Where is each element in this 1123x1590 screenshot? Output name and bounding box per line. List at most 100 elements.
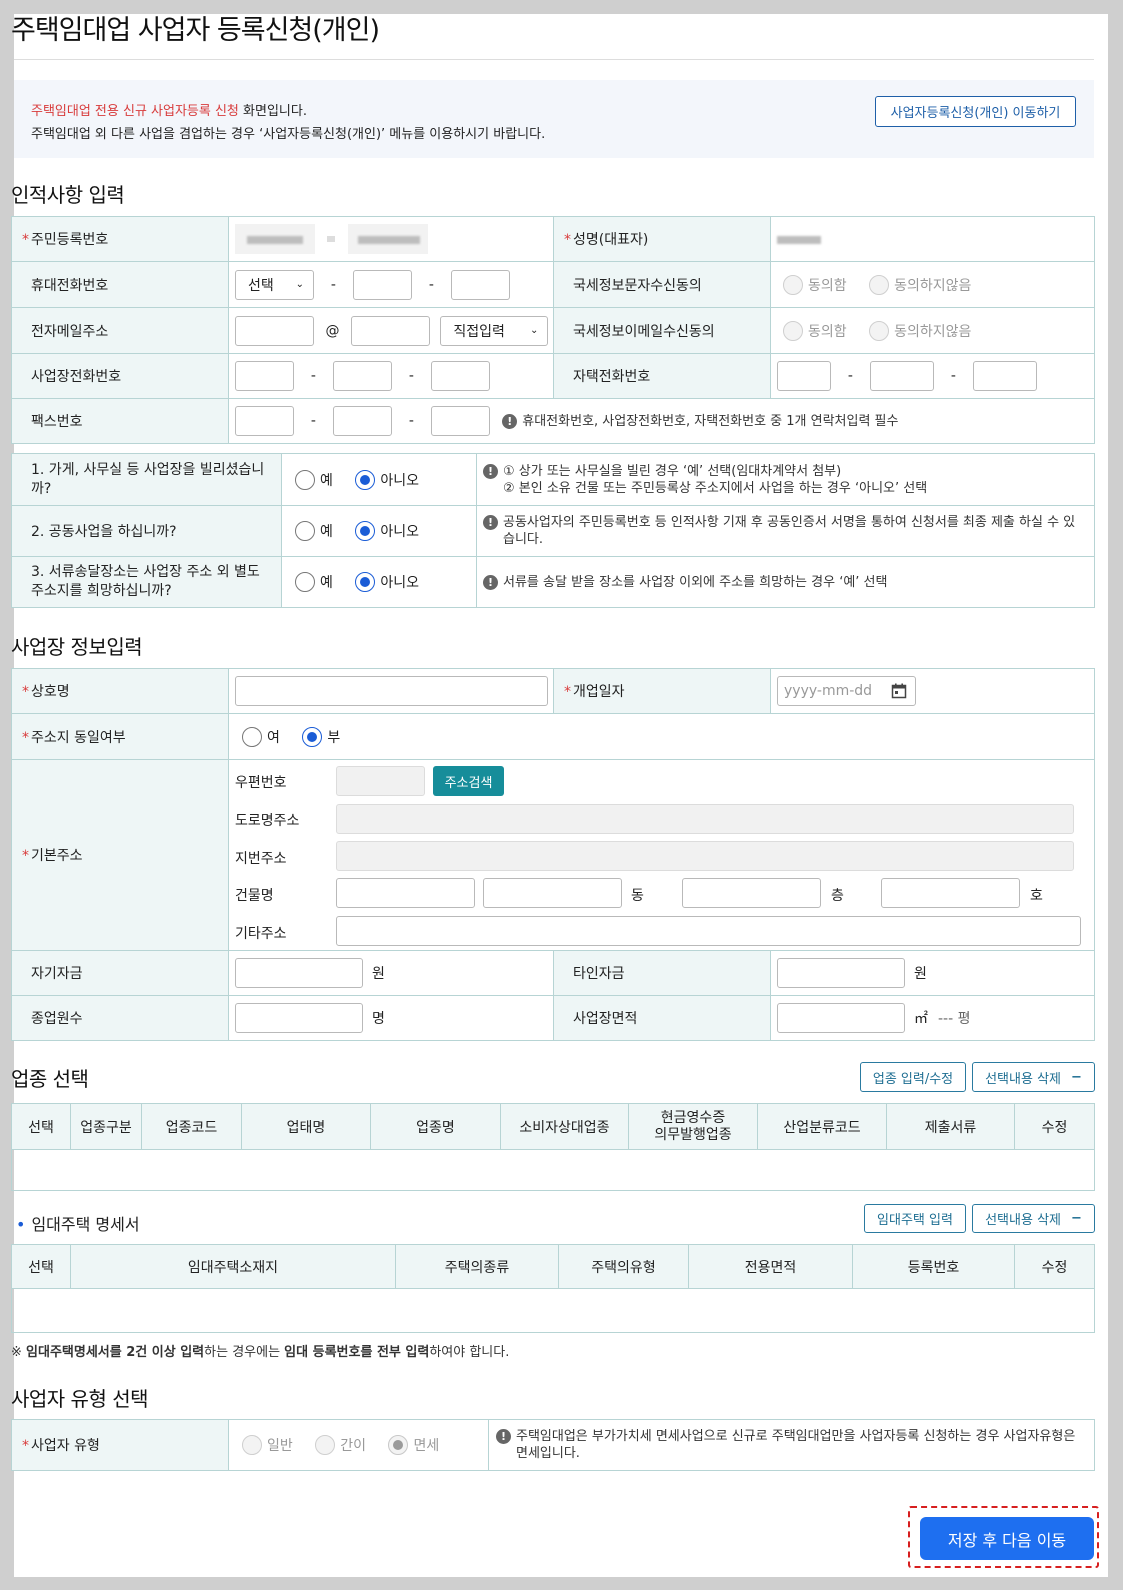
industry-col-code: 업종코드 xyxy=(141,1103,242,1150)
q1-no-radio[interactable] xyxy=(355,469,376,490)
business-table: 상호명 개업일자 yyyy-mm-dd 주소지 동일여부 여 부 기본주소 우편… xyxy=(11,668,1095,1041)
footnote-mark: ※ xyxy=(11,1345,27,1360)
biztype-general-radio[interactable] xyxy=(242,1435,262,1455)
rental-input-button[interactable]: 임대주택 입력 xyxy=(864,1204,966,1233)
dash: - xyxy=(310,368,316,384)
own-funds-input[interactable] xyxy=(235,958,363,988)
home-phone-last-input[interactable] xyxy=(972,361,1037,391)
exclamation-icon: ! xyxy=(496,1429,511,1444)
biz-phone-middle-input[interactable] xyxy=(332,361,392,391)
rental-heading-text: 임대주택 명세서 xyxy=(31,1215,140,1234)
postcode-input[interactable] xyxy=(336,766,425,796)
q2-no-radio[interactable] xyxy=(355,521,376,541)
rental-col-house-kind: 주택의종류 xyxy=(395,1244,559,1289)
address-block: 우편번호 주소검색 도로명주소 지번주소 건물명 동 층 호 기타주소 xyxy=(228,759,1095,951)
q3-no-label: 아니오 xyxy=(380,575,419,591)
home-phone-area-input[interactable] xyxy=(777,361,831,391)
mobile-last-input[interactable] xyxy=(450,269,510,300)
rental-col-edit: 수정 xyxy=(1014,1244,1095,1289)
rental-empty-row xyxy=(11,1288,1095,1333)
trade-name-input[interactable] xyxy=(235,676,548,706)
biztype-exempt-radio[interactable] xyxy=(388,1435,409,1455)
dong-label: 동 xyxy=(631,888,644,904)
industry-edit-button[interactable]: 업종 입력/수정 xyxy=(860,1062,966,1092)
home-phone-middle-input[interactable] xyxy=(869,361,934,391)
minus-icon: − xyxy=(1071,1211,1082,1226)
biztype-simple-radio[interactable] xyxy=(315,1435,336,1455)
fax-area-input[interactable] xyxy=(235,406,294,436)
exclamation-icon: ! xyxy=(483,515,498,530)
open-date-label: 개업일자 xyxy=(573,684,625,700)
dash: - xyxy=(330,276,336,293)
email-label: 전자메일주소 xyxy=(11,307,229,354)
rental-col-house-type: 주택의유형 xyxy=(558,1244,689,1289)
building-name-input[interactable] xyxy=(336,878,475,908)
calendar-icon[interactable] xyxy=(891,683,907,699)
mobile-label: 휴대전화번호 xyxy=(11,261,229,308)
sms-consent-no-radio[interactable] xyxy=(869,274,890,295)
other-funds-input[interactable] xyxy=(777,958,905,988)
notice-line2: 주택임대업 외 다른 사업을 겸업하는 경우 ‘사업자등록신청(개인)’ 메뉴를… xyxy=(31,127,546,142)
fax-last-input[interactable] xyxy=(430,406,490,436)
email-at-sign: @ xyxy=(325,322,340,339)
area-input[interactable] xyxy=(777,1003,905,1033)
mobile-middle-input[interactable] xyxy=(352,269,412,300)
dash: - xyxy=(408,413,414,429)
dash: - xyxy=(950,368,956,384)
rental-heading: • 임대주택 명세서 xyxy=(16,1211,140,1235)
rental-delete-label: 선택내용 삭제 xyxy=(985,1213,1061,1228)
own-funds-label: 자기자금 xyxy=(11,950,229,996)
email-consent-yes-radio[interactable] xyxy=(783,320,803,341)
industry-delete-button[interactable]: 선택내용 삭제 − xyxy=(972,1062,1095,1092)
q1-yes-radio[interactable] xyxy=(295,469,315,490)
personal-table: 주민등록번호 성명(대표자) 휴대전화번호 선택 ⌄ - - 국세정보문자수신동의… xyxy=(11,216,1095,444)
employees-input[interactable] xyxy=(235,1003,363,1033)
q3-yes-label: 예 xyxy=(320,575,333,591)
exclamation-icon: ! xyxy=(502,413,518,429)
rrn-separator xyxy=(327,236,336,242)
biztype-exempt-label: 면세 xyxy=(413,1438,440,1454)
goto-general-registration-button[interactable]: 사업자등록신청(개인) 이동하기 xyxy=(875,96,1076,127)
biztype-note-text: 주택임대업은 부가가치세 면세사업으로 신규로 주택임대업만을 사업자등록 신청… xyxy=(516,1429,1076,1461)
email-consent-no-radio[interactable] xyxy=(869,320,890,341)
email-domain-select[interactable]: 직접입력 ⌄ xyxy=(440,315,549,346)
road-address-input[interactable] xyxy=(336,804,1074,834)
save-and-next-button[interactable]: 저장 후 다음 이동 xyxy=(920,1517,1094,1560)
same-address-yes-radio[interactable] xyxy=(242,726,262,747)
email-consent-yes-label: 동의함 xyxy=(808,323,847,340)
contact-note: ! 휴대전화번호, 사업장전화번호, 자택전화번호 중 1개 연락처입력 필수 xyxy=(502,413,898,429)
open-date-input[interactable]: yyyy-mm-dd xyxy=(777,676,916,706)
biz-phone-label: 사업장전화번호 xyxy=(11,353,229,399)
etc-address-input[interactable] xyxy=(336,916,1081,946)
sms-consent-yes-radio[interactable] xyxy=(783,274,803,295)
building-sub-input[interactable] xyxy=(483,878,622,908)
notice-line1: 주택임대업 전용 신규 사업자등록 신청 화면입니다. xyxy=(31,100,307,119)
industry-empty-row xyxy=(11,1149,1095,1191)
home-phone-label: 자택전화번호 xyxy=(553,353,771,399)
q3-yes-radio[interactable] xyxy=(295,572,315,592)
same-address-no-radio[interactable] xyxy=(302,726,323,747)
biz-phone-last-input[interactable] xyxy=(430,361,490,391)
same-address-no-label: 부 xyxy=(327,729,341,746)
q2-yes-radio[interactable] xyxy=(295,521,315,541)
lot-address-input[interactable] xyxy=(336,841,1074,871)
nts-sms-consent-label: 국세정보문자수신동의 xyxy=(553,261,771,308)
q3-no-radio[interactable] xyxy=(355,572,376,592)
mobile-prefix-select[interactable]: 선택 ⌄ xyxy=(235,269,314,300)
nts-email-consent-label: 국세정보이메일수신동의 xyxy=(553,307,771,354)
area-label: 사업장면적 xyxy=(553,995,771,1041)
address-search-button[interactable]: 주소검색 xyxy=(433,766,504,796)
industry-col-business-type: 업태명 xyxy=(241,1103,371,1150)
questions-table: 1. 가게, 사무실 등 사업장을 빌리셨습니까? 예 아니오 ! ① 상가 또는… xyxy=(11,453,1095,608)
industry-col-item-name: 업종명 xyxy=(370,1103,501,1150)
industry-col-classification: 산업분류코드 xyxy=(757,1103,887,1150)
dong-input[interactable] xyxy=(682,878,821,908)
biz-phone-area-input[interactable] xyxy=(235,361,294,391)
email-id-input[interactable] xyxy=(235,315,314,346)
name-label: 성명(대표자) xyxy=(573,232,648,248)
fax-middle-input[interactable] xyxy=(332,406,392,436)
floor-input[interactable] xyxy=(881,878,1020,908)
dash: - xyxy=(310,413,316,429)
rental-delete-button[interactable]: 선택내용 삭제 − xyxy=(972,1204,1095,1233)
email-domain-input[interactable] xyxy=(350,315,430,346)
